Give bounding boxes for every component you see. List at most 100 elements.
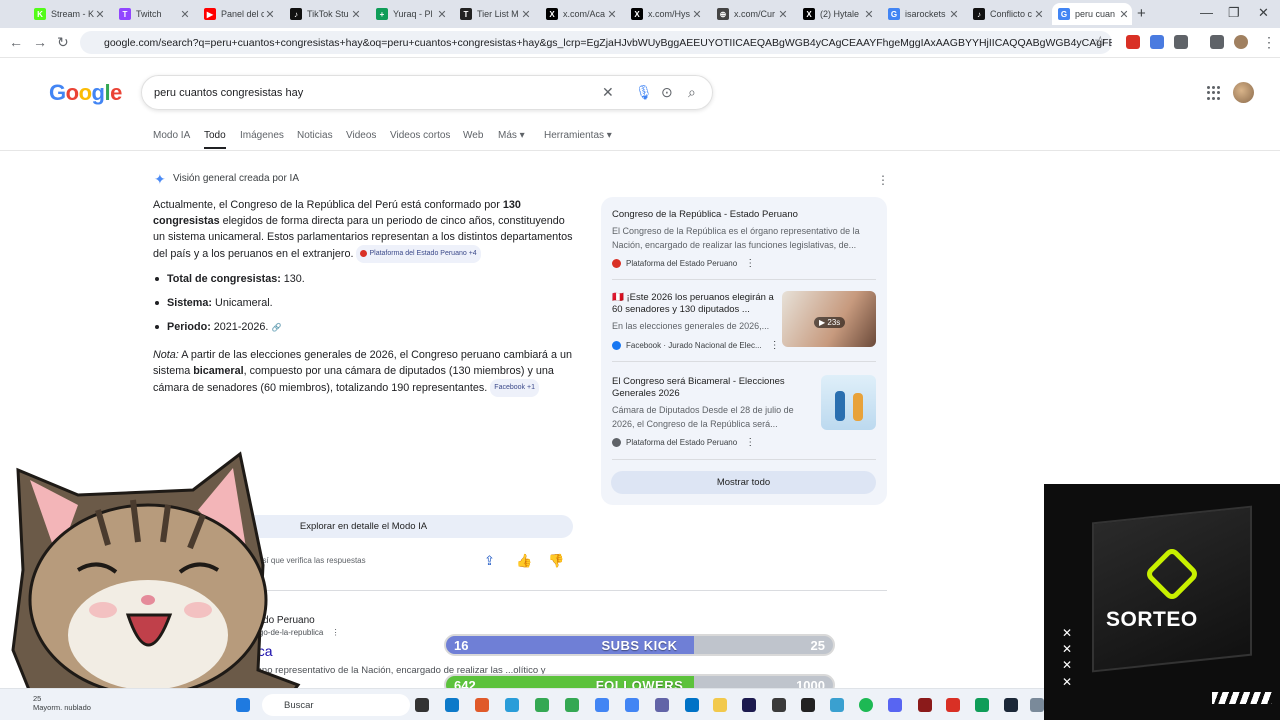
source-site: Facebook · Jurado Nacional de Elec... ⋮ [612, 340, 780, 351]
back-icon[interactable]: ← [9, 34, 23, 50]
minimize-icon[interactable]: — [1200, 5, 1213, 20]
app-icon[interactable] [830, 698, 844, 712]
tab-close-icon[interactable]: ✕ [350, 8, 362, 21]
tab-close-icon[interactable]: ✕ [94, 8, 106, 21]
source-title[interactable]: Congreso de la República - Estado Peruan… [612, 209, 872, 221]
source-title[interactable]: 🇵🇪 ¡Este 2026 los peruanos elegirán a 60… [612, 292, 777, 316]
translate-icon[interactable] [1150, 35, 1164, 49]
taskview-icon[interactable] [415, 698, 429, 712]
browser-tab[interactable]: Xx.com/Hys ✕ [625, 3, 705, 25]
filter-tab[interactable]: Todo [204, 130, 226, 149]
steam-icon[interactable] [1004, 698, 1018, 712]
forward-icon[interactable]: → [33, 34, 47, 50]
taskbar-search[interactable]: Buscar [262, 694, 410, 716]
article-thumbnail[interactable] [821, 375, 876, 430]
new-tab-button[interactable]: + [1137, 5, 1146, 22]
thumbs-down-icon[interactable]: 👎 [548, 553, 564, 569]
account-avatar[interactable] [1233, 82, 1254, 103]
browser-tab[interactable]: K Stream - K ✕ [28, 3, 108, 25]
tab-close-icon[interactable]: ✕ [1118, 8, 1130, 21]
tab-close-icon[interactable]: ✕ [777, 8, 789, 21]
chrome-icon[interactable] [535, 698, 549, 712]
browser-tab[interactable]: ♪ Conflicto c ✕ [967, 3, 1047, 25]
video-thumbnail[interactable]: ▶ 23s [782, 291, 876, 347]
app-icon[interactable] [975, 698, 989, 712]
maximize-icon[interactable]: ❐ [1228, 5, 1240, 21]
profile-avatar[interactable] [1234, 35, 1248, 49]
filter-tab[interactable]: Noticias [297, 130, 333, 141]
browser-tab[interactable]: T Tier List M ✕ [454, 3, 534, 25]
menu-dots-icon[interactable]: ⋮ [1262, 34, 1276, 51]
settings-icon[interactable] [1030, 698, 1044, 712]
discord-icon[interactable] [888, 698, 902, 712]
explorer-icon[interactable] [713, 698, 727, 712]
search-filters: Modo IA Todo Imágenes Noticias Videos Videos … [0, 125, 1280, 151]
app-icon[interactable] [772, 698, 786, 712]
google-logo[interactable]: Google [49, 80, 122, 106]
ai-more-icon[interactable]: ⋮ [877, 173, 889, 187]
chrome-icon[interactable] [595, 698, 609, 712]
tab-close-icon[interactable]: ✕ [436, 8, 448, 21]
outlook-icon[interactable] [685, 698, 699, 712]
source-chip[interactable]: Plataforma del Estado Peruano +4 [356, 245, 481, 263]
filter-tab[interactable]: Herramientas ▾ [544, 130, 612, 141]
obs-icon[interactable] [801, 698, 815, 712]
source-desc: En las elecciones generales de 2026,... [612, 321, 770, 331]
browser-tab[interactable]: X (2) Hytale ✕ [797, 3, 877, 25]
browser-tab[interactable]: ♪ TikTok Stu ✕ [284, 3, 364, 25]
chrome-icon[interactable] [625, 698, 639, 712]
search-icon[interactable]: ⌕ [688, 84, 696, 101]
premiere-icon[interactable] [742, 698, 756, 712]
chrome-icon[interactable] [565, 698, 579, 712]
tab-close-icon[interactable]: ✕ [691, 8, 703, 21]
browser-tab[interactable]: Gisarockets ✕ [882, 3, 962, 25]
share-icon[interactable]: ⇪ [484, 553, 495, 569]
weather-widget[interactable]: 25 Mayorm. nublado [33, 694, 91, 712]
tab-close-icon[interactable]: ✕ [264, 8, 276, 21]
browser-tab[interactable]: T Twitch ✕ [113, 3, 193, 25]
extensions-puzzle-icon[interactable] [1174, 35, 1188, 49]
app-icon[interactable] [505, 698, 519, 712]
tab-close-icon[interactable]: ✕ [1033, 8, 1045, 21]
filter-tab[interactable]: Más ▾ [498, 130, 525, 141]
app-icon[interactable] [918, 698, 932, 712]
lens-icon[interactable]: ⊙ [661, 84, 673, 101]
show-all-button[interactable]: Mostrar todo [611, 471, 876, 494]
extension-icon[interactable] [1126, 35, 1140, 49]
tab-close-icon[interactable]: ✕ [179, 8, 191, 21]
clear-icon[interactable]: ✕ [602, 84, 614, 101]
browser-tab[interactable]: ▶ Panel del c ✕ [198, 3, 278, 25]
search-input[interactable]: peru cuantos congresistas hay [141, 75, 713, 110]
filter-tab[interactable]: Imágenes [240, 130, 284, 141]
app-icon[interactable] [655, 698, 669, 712]
source-title[interactable]: El Congreso será Bicameral - Elecciones … [612, 376, 812, 400]
app-icon[interactable] [475, 698, 489, 712]
mic-icon[interactable]: 🎙 [635, 84, 653, 101]
filter-tab[interactable]: Videos cortos [390, 130, 450, 141]
tab-label: Stream - K [51, 9, 94, 19]
tab-close-icon[interactable]: ✕ [520, 8, 532, 21]
filter-tab[interactable]: Modo IA [153, 130, 190, 141]
browser-tab[interactable]: + Yuraq - Pl ✕ [370, 3, 450, 25]
browser-tab[interactable]: Xx.com/Aca ✕ [540, 3, 620, 25]
browser-tab[interactable]: ⊕ x.com/Cur ✕ [711, 3, 791, 25]
windows-start-icon[interactable] [236, 698, 250, 712]
reload-icon[interactable]: ↻ [57, 34, 69, 51]
filter-tab[interactable]: Web [463, 130, 483, 141]
browser-tab[interactable]: Gperu cuan ✕ [1052, 3, 1132, 25]
acrobat-icon[interactable] [946, 698, 960, 712]
thumbs-up-icon[interactable]: 👍 [516, 553, 532, 569]
address-bar[interactable]: google.com/search?q=peru+cuantos+congres… [80, 31, 1112, 54]
apps-grid-icon[interactable] [1207, 86, 1221, 100]
tab-close-icon[interactable]: ✕ [606, 8, 618, 21]
edge-icon[interactable] [445, 698, 459, 712]
media-icon[interactable] [1210, 35, 1224, 49]
tab-close-icon[interactable]: ✕ [863, 8, 875, 21]
tab-close-icon[interactable]: ✕ [948, 8, 960, 21]
spotify-icon[interactable] [859, 698, 873, 712]
close-window-icon[interactable]: ✕ [1258, 5, 1269, 21]
filter-tab[interactable]: Videos [346, 130, 376, 141]
source-chip[interactable]: Facebook +1 [490, 379, 539, 397]
link-icon[interactable]: 🔗 [271, 323, 281, 332]
bookmark-star-icon[interactable]: ☆ [1094, 33, 1107, 50]
